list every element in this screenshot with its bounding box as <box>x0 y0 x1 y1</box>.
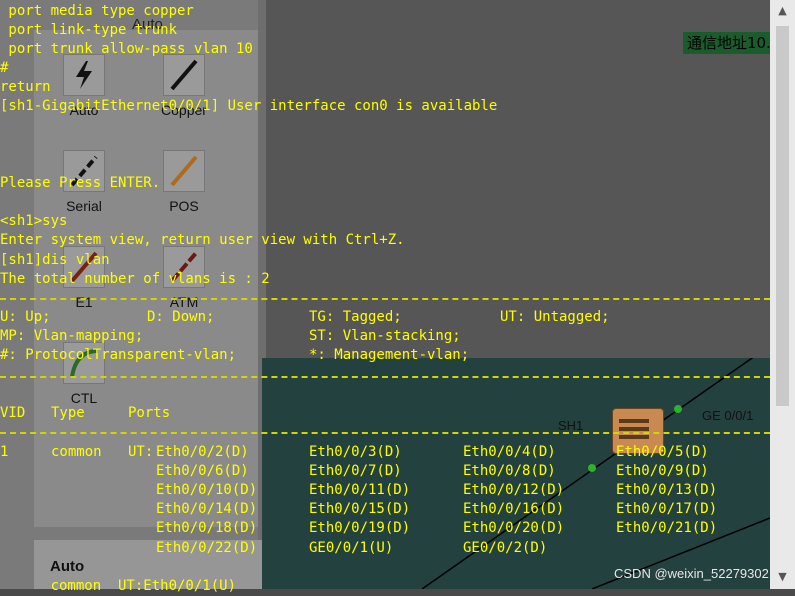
vlan-port: Eth0/0/15(D) <box>309 501 411 517</box>
vlan-port: Eth0/0/22(D) <box>156 540 258 556</box>
vlan-port: Eth0/0/8(D) <box>463 463 556 479</box>
terminal-line: port trunk allow-pass vlan 10 <box>0 41 253 57</box>
vlan-port: Eth0/0/2(D) <box>156 444 249 460</box>
vlan-port: Eth0/0/3(D) <box>309 444 402 460</box>
terminal-line: Please Press ENTER. <box>0 175 161 191</box>
vlan-type: common <box>51 444 102 460</box>
vlan-port: Eth0/0/4(D) <box>463 444 556 460</box>
legend-item: MP: Vlan-mapping; <box>0 328 144 344</box>
vertical-scrollbar[interactable]: ▲ ▼ <box>770 0 795 589</box>
terminal-line: The total number of vlans is : 2 <box>0 271 270 287</box>
vlan-port: GE0/0/2(D) <box>463 540 548 556</box>
vlan-port: Eth0/0/5(D) <box>616 444 709 460</box>
vlan-port: Eth0/0/20(D) <box>463 520 565 536</box>
legend-item: *: Management-vlan; <box>309 347 470 363</box>
legend-item: TG: Tagged; <box>309 309 402 325</box>
terminal-line: [sh1-GigabitEthernet0/0/1] User interfac… <box>0 98 498 114</box>
divider <box>0 376 770 378</box>
terminal-line: [sh1]dis vlan <box>0 252 110 268</box>
vlan-port: Eth0/0/6(D) <box>156 463 249 479</box>
divider <box>0 432 770 434</box>
vlan-port: Eth0/0/7(D) <box>309 463 402 479</box>
scroll-down-icon[interactable]: ▼ <box>770 570 795 583</box>
scroll-up-icon[interactable]: ▲ <box>770 4 795 17</box>
vlan-port: Eth0/0/19(D) <box>309 520 411 536</box>
terminal-line: Enter system view, return user view with… <box>0 232 405 248</box>
terminal-line: # <box>0 60 9 76</box>
legend-item: #: ProtocolTransparent-vlan; <box>0 347 237 363</box>
vlan-port: Eth0/0/16(D) <box>463 501 565 517</box>
vlan-port: Eth0/0/11(D) <box>309 482 411 498</box>
terminal-line-partial: common UT:Eth0/0/1(U) <box>0 578 237 594</box>
vlan-port: Eth0/0/14(D) <box>156 501 258 517</box>
vlan-port: Eth0/0/17(D) <box>616 501 718 517</box>
vlan-port: Eth0/0/12(D) <box>463 482 565 498</box>
legend-item: UT: Untagged; <box>500 309 610 325</box>
vlan-tag: UT: <box>128 444 154 460</box>
table-header-ports: Ports <box>128 405 171 421</box>
vlan-vid: 1 <box>0 444 9 460</box>
divider <box>0 298 770 300</box>
scrollbar-thumb[interactable] <box>776 26 789 406</box>
terminal-line: port media type copper <box>0 3 194 19</box>
vlan-port: Eth0/0/18(D) <box>156 520 258 536</box>
vlan-port: GE0/0/1(U) <box>309 540 394 556</box>
legend-item: D: Down; <box>147 309 215 325</box>
terminal-line: port link-type trunk <box>0 22 178 38</box>
vlan-port: Eth0/0/10(D) <box>156 482 258 498</box>
vlan-port: Eth0/0/13(D) <box>616 482 718 498</box>
table-header-vid: VID <box>0 405 26 421</box>
legend-item: U: Up; <box>0 309 51 325</box>
table-header-type: Type <box>51 405 85 421</box>
vlan-port: Eth0/0/21(D) <box>616 520 718 536</box>
terminal-output[interactable]: port media type copper port link-type tr… <box>0 0 770 594</box>
vlan-port: Eth0/0/9(D) <box>616 463 709 479</box>
terminal-line: return <box>0 79 51 95</box>
terminal-line: <sh1>sys <box>0 213 68 229</box>
legend-item: ST: Vlan-stacking; <box>309 328 461 344</box>
